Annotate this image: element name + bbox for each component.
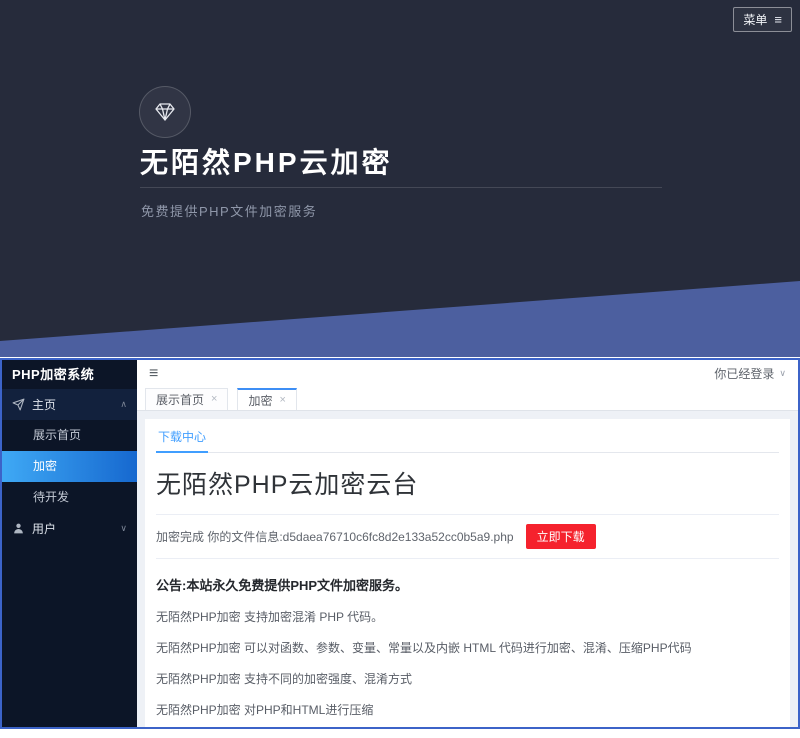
- sidebar-item-label: 展示首页: [33, 428, 81, 442]
- sidebar-item-in-development[interactable]: 待开发: [2, 482, 137, 513]
- menu-button-label: 菜单: [743, 11, 767, 28]
- login-status[interactable]: 你已经登录 ∨: [714, 365, 786, 382]
- tab-encrypt[interactable]: 加密 ×: [237, 388, 296, 410]
- chevron-up-icon: ∧: [120, 399, 127, 410]
- content-area: 下载中心 无陌然PHP云加密云台 加密完成 你的文件信息:d5daea76710…: [137, 411, 798, 727]
- download-button[interactable]: 立即下载: [526, 524, 596, 549]
- result-prefix: 加密完成 你的文件信息:: [156, 530, 283, 544]
- hero-subtitle: 免费提供PHP文件加密服务: [141, 201, 317, 220]
- tab-label: 展示首页: [156, 391, 204, 408]
- menu-button[interactable]: 菜单 ≡: [733, 7, 792, 32]
- notice-title: 公告:本站永久免费提供PHP文件加密服务。: [156, 575, 779, 594]
- main-area: ≡ 你已经登录 ∨ 展示首页 × 加密 × 下载中心 无陌然PHP云加密云台: [137, 360, 798, 727]
- hero-banner: 菜单 ≡ 无陌然PHP云加密 免费提供PHP文件加密服务: [0, 0, 800, 357]
- collapse-sidebar-icon[interactable]: ≡: [149, 366, 158, 382]
- close-icon[interactable]: ×: [279, 395, 285, 406]
- admin-window: PHP加密系统 主页 ∧ 展示首页 加密 待开发: [0, 358, 800, 729]
- sidebar-group-label: 用户: [32, 520, 56, 537]
- feature-line: 无陌然PHP加密 支持加密混淆 PHP 代码。: [156, 608, 779, 625]
- encrypt-result-row: 加密完成 你的文件信息:d5daea76710c6fc8d2e133a52cc0…: [156, 514, 779, 559]
- chevron-down-icon: ∨: [120, 523, 127, 534]
- sidebar-item-show-home[interactable]: 展示首页: [2, 420, 137, 451]
- sidebar-item-encrypt[interactable]: 加密: [2, 451, 137, 482]
- page-title: 无陌然PHP云加密云台: [156, 465, 779, 501]
- gem-icon: [153, 100, 177, 124]
- paper-plane-icon: [12, 398, 25, 411]
- chevron-down-icon: ∨: [779, 368, 786, 379]
- result-filename: d5daea76710c6fc8d2e133a52cc0b5a9.php: [283, 530, 514, 544]
- card-tab-header: 下载中心: [156, 425, 779, 453]
- download-card: 下载中心 无陌然PHP云加密云台 加密完成 你的文件信息:d5daea76710…: [145, 419, 790, 727]
- tab-label: 加密: [248, 392, 272, 409]
- hero-divider: [140, 187, 662, 188]
- diagonal-decoration: [0, 275, 800, 357]
- sidebar-item-label: 待开发: [33, 490, 69, 504]
- sidebar: PHP加密系统 主页 ∧ 展示首页 加密 待开发: [2, 360, 137, 727]
- sidebar-group-user[interactable]: 用户 ∨: [2, 513, 137, 544]
- feature-line: 无陌然PHP加密 可以对函数、参数、变量、常量以及内嵌 HTML 代码进行加密、…: [156, 639, 779, 656]
- tab-download-center[interactable]: 下载中心: [156, 425, 208, 453]
- sidebar-item-label: 加密: [33, 459, 57, 473]
- sidebar-group-home[interactable]: 主页 ∧: [2, 389, 137, 420]
- encrypt-result-text: 加密完成 你的文件信息:d5daea76710c6fc8d2e133a52cc0…: [156, 528, 514, 545]
- hamburger-icon: ≡: [774, 13, 782, 26]
- tab-bar: 展示首页 × 加密 ×: [137, 387, 798, 411]
- sidebar-brand: PHP加密系统: [2, 360, 137, 389]
- feature-line: 无陌然PHP加密 对PHP和HTML进行压缩: [156, 701, 779, 718]
- gem-badge: [139, 86, 191, 138]
- login-status-label: 你已经登录: [714, 365, 774, 382]
- topbar: ≡ 你已经登录 ∨: [137, 360, 798, 387]
- close-icon[interactable]: ×: [211, 394, 217, 405]
- feature-line: 无陌然PHP加密 支持不同的加密强度、混淆方式: [156, 670, 779, 687]
- user-icon: [12, 522, 25, 535]
- hero-title: 无陌然PHP云加密: [140, 141, 393, 181]
- tab-show-home[interactable]: 展示首页 ×: [145, 388, 228, 410]
- sidebar-group-label: 主页: [32, 396, 56, 413]
